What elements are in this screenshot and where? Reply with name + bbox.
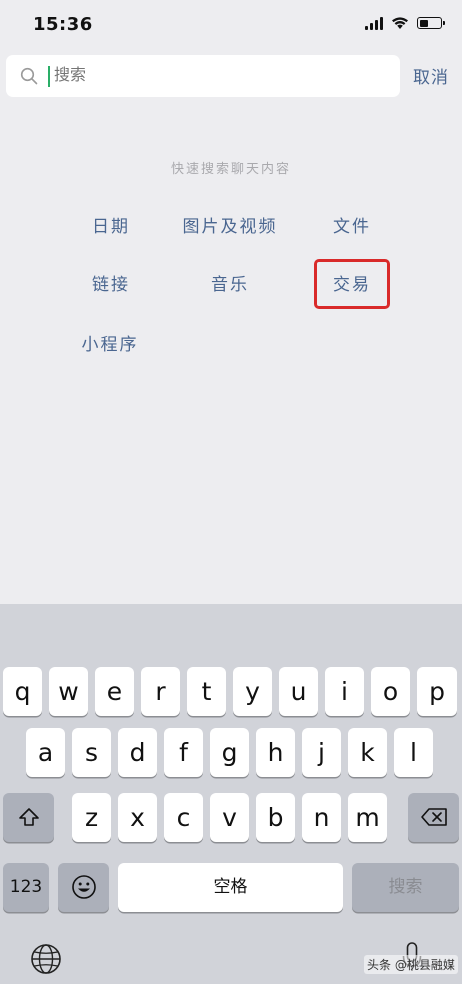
wifi-icon — [392, 17, 408, 29]
watermark: 头条 @桃县融媒 — [364, 955, 458, 974]
key-c[interactable]: c — [164, 793, 203, 842]
key-r[interactable]: r — [141, 667, 180, 716]
numbers-key[interactable]: 123 — [3, 863, 49, 912]
key-x[interactable]: x — [118, 793, 157, 842]
key-d[interactable]: d — [118, 728, 157, 777]
quick-item-links[interactable]: 链接 — [74, 270, 148, 300]
emoji-icon — [71, 875, 96, 899]
keyboard: q w e r t y u i o p a s d f g h j k l z … — [0, 604, 462, 984]
shift-key[interactable] — [3, 793, 54, 842]
search-input[interactable] — [54, 65, 354, 87]
quick-item-mini-programs[interactable]: 小程序 — [70, 330, 150, 360]
search-box[interactable] — [6, 55, 400, 97]
key-i[interactable]: i — [325, 667, 364, 716]
quick-search-title: 快速搜索聊天内容 — [170, 162, 291, 177]
key-y[interactable]: y — [233, 667, 272, 716]
key-e[interactable]: e — [95, 667, 134, 716]
key-q[interactable]: q — [3, 667, 42, 716]
key-t[interactable]: t — [187, 667, 226, 716]
key-w[interactable]: w — [49, 667, 88, 716]
key-v[interactable]: v — [210, 793, 249, 842]
key-l[interactable]: l — [394, 728, 433, 777]
signal-icon — [365, 16, 383, 30]
battery-icon — [417, 17, 445, 29]
cancel-button[interactable]: 取消 — [413, 63, 449, 88]
key-z[interactable]: z — [72, 793, 111, 842]
quick-item-music[interactable]: 音乐 — [190, 270, 270, 300]
key-n[interactable]: n — [302, 793, 341, 842]
quick-item-date[interactable]: 日期 — [74, 212, 148, 242]
key-g[interactable]: g — [210, 728, 249, 777]
key-m[interactable]: m — [348, 793, 387, 842]
quick-item-files[interactable]: 文件 — [314, 212, 390, 242]
space-key[interactable]: 空格 — [118, 863, 343, 912]
status-bar: 15:36 — [0, 0, 462, 50]
key-f[interactable]: f — [164, 728, 203, 777]
status-icons — [365, 16, 445, 30]
key-a[interactable]: a — [26, 728, 65, 777]
search-key[interactable]: 搜索 — [352, 863, 459, 912]
globe-icon[interactable] — [29, 942, 63, 976]
delete-key[interactable] — [408, 793, 459, 842]
key-o[interactable]: o — [371, 667, 410, 716]
key-s[interactable]: s — [72, 728, 111, 777]
backspace-icon — [420, 808, 447, 826]
quick-item-photos-videos[interactable]: 图片及视频 — [168, 212, 292, 242]
key-k[interactable]: k — [348, 728, 387, 777]
key-h[interactable]: h — [256, 728, 295, 777]
key-b[interactable]: b — [256, 793, 295, 842]
status-time: 15:36 — [33, 14, 93, 35]
search-icon — [20, 67, 38, 85]
shift-icon — [18, 808, 39, 826]
key-j[interactable]: j — [302, 728, 341, 777]
text-cursor — [48, 66, 50, 87]
key-p[interactable]: p — [417, 667, 457, 716]
highlight-box — [314, 259, 390, 309]
key-u[interactable]: u — [279, 667, 318, 716]
emoji-key[interactable] — [58, 863, 109, 912]
